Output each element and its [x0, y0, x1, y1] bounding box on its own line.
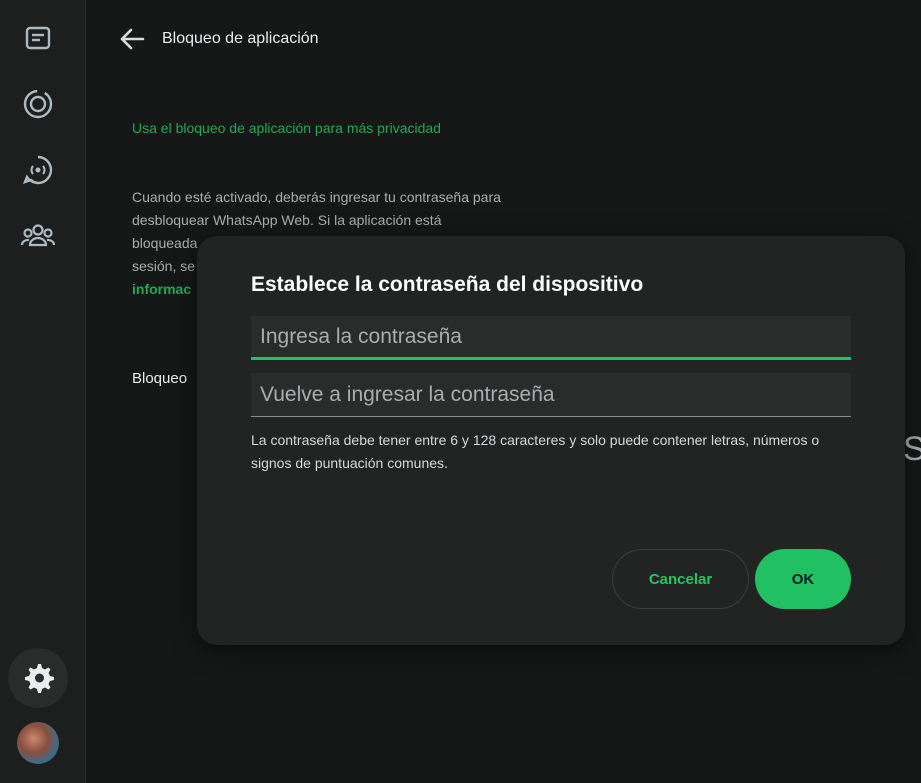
password-input[interactable]: [251, 316, 851, 360]
confirm-password-input[interactable]: [251, 373, 851, 417]
communities-button[interactable]: [8, 206, 68, 266]
background-partial-text: S: [903, 430, 921, 468]
settings-icon: [25, 664, 54, 693]
channels-button[interactable]: [8, 140, 68, 200]
page-title: Bloqueo de aplicación: [162, 30, 319, 47]
app-lock-toggle-label: Bloqueo: [132, 370, 188, 387]
password-hint: La contraseña debe tener entre 6 y 128 c…: [251, 432, 820, 471]
communities-icon: [20, 224, 56, 247]
status-button[interactable]: [8, 74, 68, 134]
back-arrow-icon: [120, 28, 145, 50]
settings-button[interactable]: [8, 648, 68, 708]
chats-button[interactable]: [8, 8, 68, 68]
app-lock-subtitle: Usa el bloqueo de aplicación para más pr…: [132, 120, 441, 136]
cancel-button[interactable]: Cancelar: [612, 549, 749, 609]
set-password-dialog: Establece la contraseña del dispositivo …: [197, 236, 905, 645]
status-icon: [23, 89, 53, 119]
description-line: desbloquear WhatsApp Web. Si la aplicaci…: [132, 212, 442, 228]
back-button[interactable]: [117, 24, 147, 54]
ok-button[interactable]: OK: [755, 549, 851, 609]
description-line: Cuando esté activado, deberás ingresar t…: [132, 189, 501, 205]
navigation-rail: [0, 0, 86, 783]
channels-icon: [22, 155, 53, 185]
dialog-title: Establece la contraseña del dispositivo: [251, 273, 644, 296]
chats-icon: [25, 26, 51, 50]
profile-avatar[interactable]: [17, 722, 59, 764]
